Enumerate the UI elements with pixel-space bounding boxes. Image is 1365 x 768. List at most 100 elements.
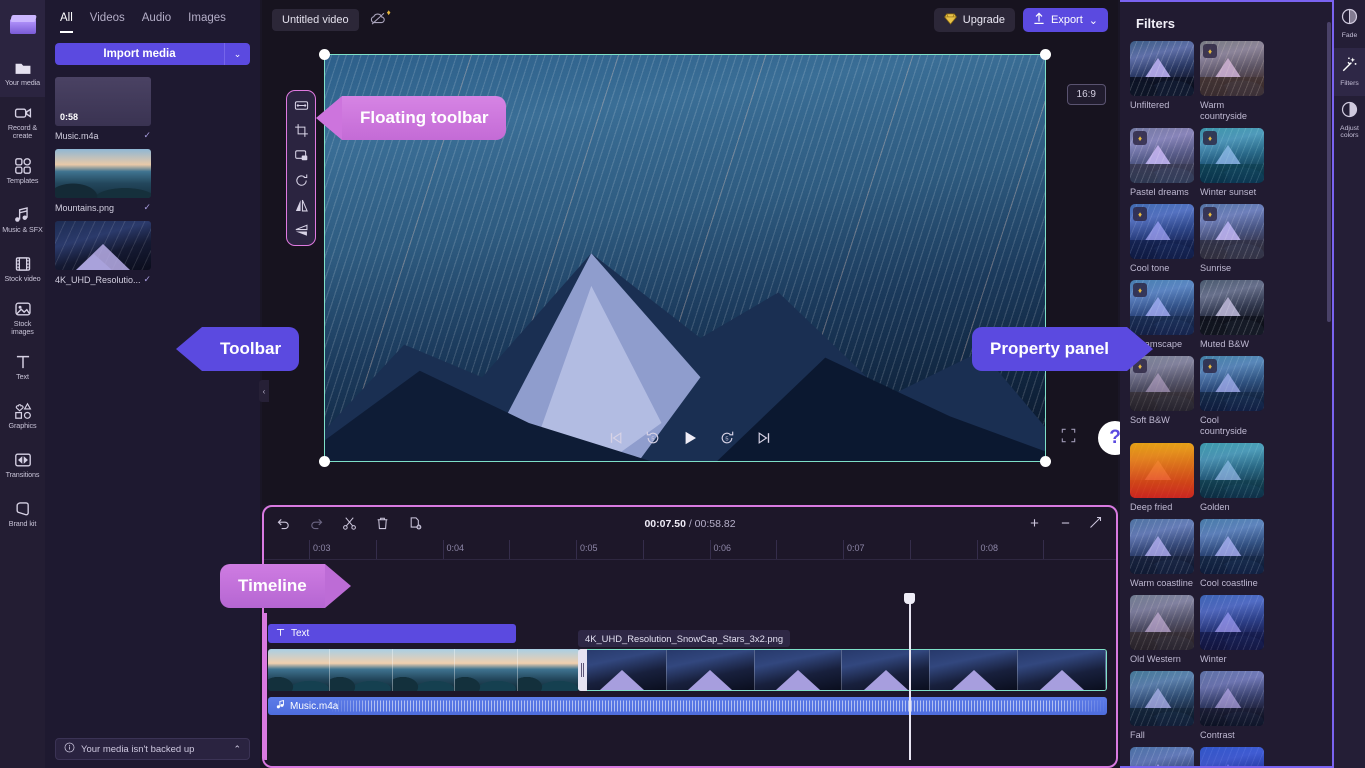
timeline-clip-snowcap[interactable]: [578, 649, 1107, 691]
sidebar-item-graphics[interactable]: Graphics: [0, 391, 45, 440]
fit-width-icon[interactable]: [294, 98, 309, 113]
gem-icon: [944, 13, 957, 28]
timeline-text-clip[interactable]: Text: [268, 624, 516, 643]
media-tab-images[interactable]: Images: [188, 12, 226, 33]
callout-toolbar-label: Toolbar: [202, 327, 299, 371]
callout-property-panel: Property panel: [972, 327, 1153, 371]
rewind-5s-icon[interactable]: 5: [644, 429, 662, 447]
aspect-ratio-button[interactable]: 16:9: [1067, 84, 1106, 105]
sidebar-item-brand-kit[interactable]: Brand kit: [0, 489, 45, 538]
media-name: 4K_UHD_Resolutio...: [55, 275, 141, 285]
filter-thumbnail: [1200, 280, 1264, 335]
filter-name: Muted B&W: [1200, 339, 1264, 350]
redo-icon[interactable]: [309, 516, 324, 531]
media-tab-audio[interactable]: Audio: [142, 12, 171, 33]
sidebar-item-templates[interactable]: Templates: [0, 146, 45, 195]
filter-card[interactable]: ♦Cool tone: [1130, 204, 1194, 274]
film-strip-icon: [14, 255, 32, 273]
skip-previous-icon[interactable]: [607, 429, 625, 447]
filter-card[interactable]: Unfiltered: [1130, 41, 1194, 122]
media-item[interactable]: 0:58Music.m4a✓: [55, 77, 151, 141]
filter-card[interactable]: Cool coastline: [1200, 519, 1264, 589]
media-tab-all[interactable]: All: [60, 12, 73, 33]
filter-card[interactable]: Winter: [1200, 595, 1264, 665]
filter-card[interactable]: Muted B&W: [1200, 280, 1264, 350]
forward-5s-icon[interactable]: 5: [718, 429, 736, 447]
undo-icon[interactable]: [276, 516, 291, 531]
import-media-dropdown[interactable]: ⌄: [224, 43, 250, 65]
sidebar-item-music-sfx[interactable]: Music & SFX: [0, 195, 45, 244]
sidebar-item-transitions[interactable]: Transitions: [0, 440, 45, 489]
property-tab-filters[interactable]: Filters: [1334, 48, 1365, 96]
filter-card[interactable]: Contrast: [1200, 671, 1264, 741]
picture-in-picture-icon[interactable]: [294, 148, 309, 163]
sidebar-item-your-media[interactable]: Your media: [0, 48, 45, 97]
filter-card[interactable]: ♦Sunrise: [1200, 204, 1264, 274]
timeline-audio-clip[interactable]: Music.m4a: [268, 697, 1107, 715]
filter-name: Winter: [1200, 654, 1264, 665]
zoom-in-button[interactable]: +: [1027, 516, 1042, 531]
property-tab-adjust-colors[interactable]: Adjust colors: [1334, 96, 1365, 144]
backup-notice[interactable]: Your media isn't backed up ⌃: [55, 738, 250, 760]
filter-card[interactable]: Old Western: [1130, 595, 1194, 665]
expand-timeline-icon[interactable]: [1089, 516, 1104, 531]
filter-card[interactable]: ♦Pastel dreams: [1130, 128, 1194, 198]
chevron-down-icon: ⌄: [1089, 14, 1098, 27]
duplicate-icon[interactable]: [408, 516, 423, 531]
sidebar-item-record-create[interactable]: Record & create: [0, 97, 45, 146]
skip-next-icon[interactable]: [755, 429, 773, 447]
timeline-ruler[interactable]: 0:030:040:050:060:070:08: [264, 540, 1116, 560]
delete-trash-icon[interactable]: [375, 516, 390, 531]
export-button[interactable]: Export ⌄: [1023, 8, 1108, 32]
filter-card[interactable]: Euphoric: [1200, 747, 1264, 768]
rotate-icon[interactable]: [294, 173, 309, 188]
zoom-out-button[interactable]: −: [1058, 516, 1073, 531]
brand-kit-icon: [14, 500, 32, 518]
property-tab-fade[interactable]: Fade: [1334, 0, 1365, 48]
filter-name: Deep fried: [1130, 502, 1194, 513]
project-title[interactable]: Untitled video: [272, 9, 359, 31]
flip-vertical-icon[interactable]: [294, 223, 309, 238]
timeline-clip-mountains[interactable]: [268, 649, 580, 691]
media-thumbnail: [55, 221, 151, 270]
cloud-off-icon[interactable]: ♦: [369, 11, 389, 29]
media-tab-videos[interactable]: Videos: [90, 12, 125, 33]
fullscreen-icon[interactable]: [1061, 428, 1076, 448]
split-scissors-icon[interactable]: [342, 516, 357, 531]
filter-card[interactable]: ♦Winter sunset: [1200, 128, 1264, 198]
filter-card[interactable]: 35mm: [1130, 747, 1194, 768]
app-logo[interactable]: [0, 0, 45, 48]
filter-card[interactable]: ♦Warm countryside: [1200, 41, 1264, 122]
sidebar-item-text[interactable]: Text: [0, 342, 45, 391]
filter-thumbnail: [1130, 595, 1194, 650]
sidebar-item-stock-video[interactable]: Stock video: [0, 244, 45, 293]
panel-scrollbar[interactable]: [1327, 22, 1331, 322]
clip-trim-handle-left[interactable]: [578, 649, 587, 691]
crop-icon[interactable]: [294, 123, 309, 138]
gem-icon: ♦: [387, 8, 391, 17]
filter-card[interactable]: Deep fried: [1130, 443, 1194, 513]
play-icon[interactable]: [681, 429, 699, 447]
svg-text:5: 5: [725, 436, 728, 442]
upgrade-button[interactable]: Upgrade: [934, 8, 1015, 32]
timeline-playhead[interactable]: [909, 593, 911, 760]
flip-horizontal-icon[interactable]: [294, 198, 309, 213]
filter-card[interactable]: Fall: [1130, 671, 1194, 741]
filter-card[interactable]: ♦Cool countryside: [1200, 356, 1264, 437]
media-thumbnail: [55, 149, 151, 198]
filter-card[interactable]: Golden: [1200, 443, 1264, 513]
media-item[interactable]: Mountains.png✓: [55, 149, 151, 213]
sidebar-item-stock-images[interactable]: Stock images: [0, 293, 45, 342]
collapse-panel-handle[interactable]: ‹: [259, 380, 269, 402]
import-media-button[interactable]: Import media: [55, 43, 224, 65]
audio-waveform: [326, 701, 1107, 712]
ruler-label: 0:03: [309, 543, 331, 553]
ruler-label: 0:05: [576, 543, 598, 553]
media-item[interactable]: 4K_UHD_Resolutio...✓: [55, 221, 151, 285]
upload-arrow-icon: [1033, 12, 1045, 28]
filter-thumbnail: [1200, 747, 1264, 768]
chevron-up-icon[interactable]: ⌃: [233, 744, 241, 755]
ruler-tick-half: [509, 540, 510, 559]
music-note-icon: [14, 206, 32, 224]
filter-card[interactable]: Warm coastline: [1130, 519, 1194, 589]
